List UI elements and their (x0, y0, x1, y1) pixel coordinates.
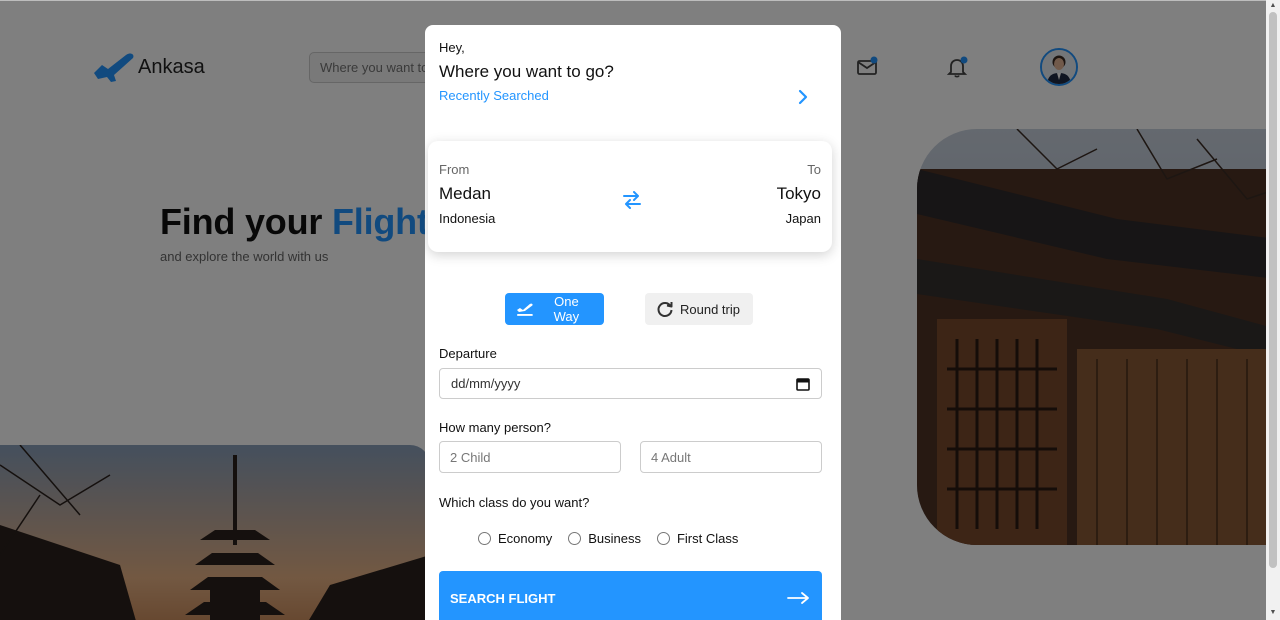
from-label: From (439, 162, 470, 177)
one-way-label: One Way (553, 294, 580, 324)
class-label: Which class do you want? (439, 495, 590, 510)
from-country: Indonesia (439, 211, 496, 226)
class-option-first[interactable]: First Class (656, 531, 739, 546)
one-way-button[interactable]: One Way (505, 293, 604, 325)
class-option-business[interactable]: Business (568, 531, 641, 546)
business-label: Business (588, 531, 641, 546)
scroll-up-arrow-icon[interactable]: ▲ (1269, 2, 1277, 9)
first-class-label: First Class (676, 531, 739, 546)
swap-arrows-icon[interactable] (621, 189, 643, 211)
persons-label: How many person? (439, 420, 551, 435)
recently-searched-link[interactable]: Recently Searched (439, 88, 549, 103)
calendar-icon[interactable] (796, 377, 810, 391)
class-options: Economy Business First Class (478, 531, 738, 546)
arrow-right-icon (787, 592, 809, 604)
search-flight-modal: Hey, Where you want to go? Recently Sear… (425, 25, 841, 620)
refresh-icon (657, 302, 673, 317)
date-placeholder: dd/mm/yyyy (451, 376, 521, 391)
economy-label: Economy (498, 531, 553, 546)
destination-question: Where you want to go? (439, 62, 614, 81)
scrollbar-thumb[interactable] (1269, 12, 1277, 568)
page-scrollbar[interactable]: ▲ ▼ (1266, 0, 1280, 620)
to-country: Japan (785, 211, 821, 226)
scroll-down-arrow-icon[interactable]: ▼ (1269, 609, 1277, 616)
child-count-input[interactable] (439, 441, 621, 473)
from-city[interactable]: Medan (439, 184, 491, 204)
greeting: Hey, (439, 40, 465, 55)
departure-label: Departure (439, 346, 497, 361)
route-card: From Medan Indonesia To Tokyo Japan (428, 141, 832, 252)
round-trip-button[interactable]: Round trip (645, 293, 753, 325)
adult-count-input[interactable] (640, 441, 822, 473)
departure-date-input[interactable]: dd/mm/yyyy (439, 368, 822, 399)
economy-radio[interactable] (478, 532, 491, 545)
round-trip-label: Round trip (680, 301, 740, 317)
plane-takeoff-icon (516, 303, 533, 316)
chevron-right-icon[interactable] (795, 89, 811, 105)
first-class-radio[interactable] (656, 532, 670, 545)
business-radio[interactable] (568, 532, 582, 545)
to-city[interactable]: Tokyo (777, 184, 821, 204)
class-option-economy[interactable]: Economy (478, 531, 552, 546)
search-flight-label: SEARCH FLIGHT (450, 590, 556, 606)
to-label: To (807, 162, 821, 177)
search-flight-button[interactable]: SEARCH FLIGHT (439, 571, 822, 620)
